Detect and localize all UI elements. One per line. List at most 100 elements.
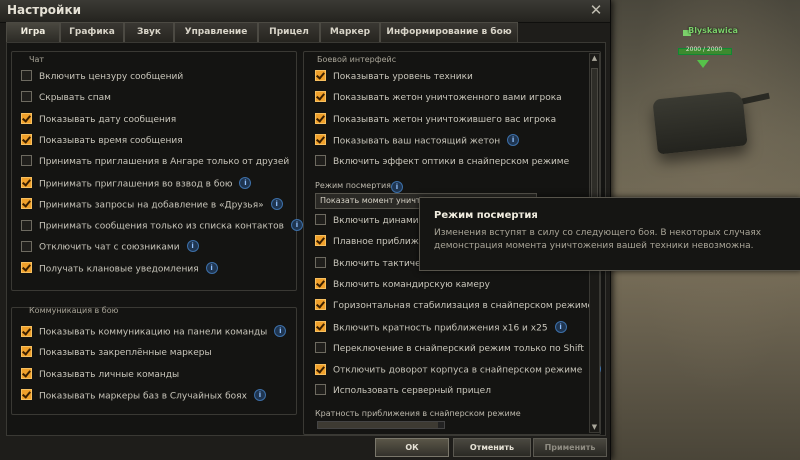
combat-option-checkbox[interactable] xyxy=(315,112,326,124)
combat-option-row[interactable]: Отключить доворот корпуса в снайперском … xyxy=(315,363,602,380)
info-icon[interactable]: i xyxy=(270,197,283,210)
chat-option-row[interactable]: Принимать сообщения только из списка кон… xyxy=(21,219,303,236)
info-icon[interactable]: i xyxy=(274,325,287,337)
combat-option-label: Включить эффект оптики в снайперском реж… xyxy=(333,157,570,168)
chat-option-row[interactable]: Принимать приглашения в Ангаре только от… xyxy=(21,155,290,172)
chat-option-checkbox[interactable] xyxy=(21,177,32,188)
vehicle-player-name: Blyskawica xyxy=(688,26,738,35)
postmortem-info-icon[interactable]: i xyxy=(391,181,403,193)
chat-option-label: Отключить чат с союзниками xyxy=(39,242,180,253)
combat-option-checkbox[interactable] xyxy=(315,214,326,225)
chat-option-row[interactable]: Включить цензуру сообщений xyxy=(21,70,184,87)
chat-option-checkbox[interactable] xyxy=(21,133,32,145)
zoom-slider[interactable] xyxy=(317,421,445,429)
chat-option-checkbox[interactable] xyxy=(21,91,32,103)
zoom-label: Кратность приближения в снайперском режи… xyxy=(315,409,521,418)
combat-option-checkbox[interactable] xyxy=(315,70,326,81)
tab-battle-info[interactable]: Информирование в бою xyxy=(380,22,518,42)
tab-sight[interactable]: Прицел xyxy=(258,22,320,42)
scroll-down-icon[interactable]: ▼ xyxy=(590,423,599,432)
combat-option-label: Показывать уровень техники xyxy=(333,72,473,82)
info-icon[interactable]: i xyxy=(205,261,218,274)
combat-option-checkbox[interactable] xyxy=(315,384,326,396)
chat-option-label: Принимать сообщения только из списка кон… xyxy=(39,221,284,232)
combat-option-checkbox[interactable] xyxy=(315,341,326,353)
chat-option-row[interactable]: Получать клановые уведомления i xyxy=(21,261,218,279)
combat-option-checkbox[interactable] xyxy=(315,91,326,103)
scroll-thumb[interactable] xyxy=(591,68,598,202)
chat-option-checkbox[interactable] xyxy=(21,240,32,252)
tab-game[interactable]: Игра xyxy=(6,22,60,43)
combat-option-row[interactable]: Показывать уровень техники xyxy=(315,70,473,87)
chat-option-checkbox[interactable] xyxy=(21,70,32,81)
chat-option-label: Получать клановые уведомления xyxy=(39,264,199,275)
combat-option-checkbox[interactable] xyxy=(315,277,326,289)
chat-option-row[interactable]: Принимать запросы на добавление в «Друзь… xyxy=(21,197,283,215)
tab-marker[interactable]: Маркер xyxy=(320,22,380,42)
tab-controls[interactable]: Управление xyxy=(174,22,258,42)
chat-option-row[interactable]: Показывать дату сообщения xyxy=(21,112,176,130)
combat-option-row[interactable]: Использовать серверный прицел xyxy=(315,384,491,401)
combat-option-row[interactable]: Показывать жетон уничтоженного вами игро… xyxy=(315,91,562,108)
chat-option-row[interactable]: Скрывать спам xyxy=(21,91,111,108)
comm-option-row[interactable]: Показывать маркеры баз в Случайных боях i xyxy=(21,388,266,406)
chat-option-label: Включить цензуру сообщений xyxy=(39,72,184,82)
comm-option-checkbox[interactable] xyxy=(21,389,32,401)
chat-option-checkbox[interactable] xyxy=(21,198,32,210)
combat-option-label: Включить командирскую камеру xyxy=(333,279,490,290)
vehicle-marker-icon xyxy=(697,60,709,68)
comm-option-row[interactable]: Показывать коммуникацию на панели команд… xyxy=(21,325,287,342)
combat-option-checkbox[interactable] xyxy=(315,363,326,375)
comm-option-checkbox[interactable] xyxy=(21,346,32,358)
communication-group-title: Коммуникация в бою xyxy=(29,306,119,315)
combat-option-row[interactable]: Горизонтальная стабилизация в снайперско… xyxy=(315,299,593,316)
chat-option-checkbox[interactable] xyxy=(21,155,32,167)
ok-button[interactable]: ОК xyxy=(375,438,449,457)
combat-option-label: Включить кратность приближения x16 и x25 xyxy=(333,323,548,333)
combat-option-label: Показывать жетон уничтожившего вас игрок… xyxy=(333,114,557,125)
chat-option-label: Принимать запросы на добавление в «Друзь… xyxy=(39,200,264,211)
combat-option-checkbox[interactable] xyxy=(315,155,326,167)
comm-option-checkbox[interactable] xyxy=(21,325,32,337)
chat-option-label: Принимать приглашения в Ангаре только от… xyxy=(39,157,290,168)
chat-option-checkbox[interactable] xyxy=(21,219,32,231)
close-icon[interactable]: ✕ xyxy=(588,2,604,18)
tooltip-body: Изменения вступят в силу со следующего б… xyxy=(434,228,762,251)
scroll-up-icon[interactable]: ▲ xyxy=(590,54,599,63)
tank-model xyxy=(652,90,748,155)
comm-option-row[interactable]: Показывать личные команды xyxy=(21,367,179,385)
comm-option-checkbox[interactable] xyxy=(21,367,32,379)
chat-option-label: Показывать время сообщения xyxy=(39,135,183,146)
combat-option-checkbox[interactable] xyxy=(315,256,326,268)
tab-graphics[interactable]: Графика xyxy=(60,22,124,42)
combat-option-checkbox[interactable] xyxy=(315,235,326,247)
chat-option-checkbox[interactable] xyxy=(21,262,32,274)
chat-option-row[interactable]: Отключить чат с союзниками i xyxy=(21,240,199,257)
info-icon[interactable]: i xyxy=(253,388,266,401)
combat-option-label: Переключение в снайперский режим только … xyxy=(333,343,584,354)
combat-option-row[interactable]: Включить кратность приближения x16 и x25… xyxy=(315,320,567,338)
chat-option-checkbox[interactable] xyxy=(21,112,32,124)
combat-option-checkbox[interactable] xyxy=(315,134,326,146)
info-icon[interactable]: i xyxy=(507,133,520,146)
tab-sound[interactable]: Звук xyxy=(124,22,174,42)
chat-option-row[interactable]: Показывать время сообщения xyxy=(21,133,183,151)
apply-button[interactable]: Применить xyxy=(533,438,607,457)
info-icon[interactable]: i xyxy=(554,320,567,333)
combat-option-row[interactable]: Плавное приближени xyxy=(315,235,436,252)
combat-option-row[interactable]: Переключение в снайперский режим только … xyxy=(315,341,584,359)
combat-option-checkbox[interactable] xyxy=(315,321,326,332)
combat-option-row[interactable]: Включить эффект оптики в снайперском реж… xyxy=(315,155,570,172)
chat-option-label: Принимать приглашения во взвод в бою xyxy=(39,179,233,189)
chat-option-row[interactable]: Принимать приглашения во взвод в бою i xyxy=(21,176,252,194)
combat-option-checkbox[interactable] xyxy=(315,299,326,311)
combat-option-row[interactable]: Показывать ваш настоящий жетон i xyxy=(315,133,520,151)
info-icon[interactable]: i xyxy=(290,219,303,232)
comm-option-row[interactable]: Показывать закреплённые маркеры xyxy=(21,346,212,363)
info-icon[interactable]: i xyxy=(186,240,199,253)
combat-option-row[interactable]: Включить командирскую камеру xyxy=(315,277,490,295)
info-icon[interactable]: i xyxy=(239,176,252,189)
combat-option-row[interactable]: Показывать жетон уничтожившего вас игрок… xyxy=(315,112,557,130)
vehicle-health-text: 2000 / 2000 xyxy=(685,46,723,53)
cancel-button[interactable]: Отменить xyxy=(453,438,531,457)
